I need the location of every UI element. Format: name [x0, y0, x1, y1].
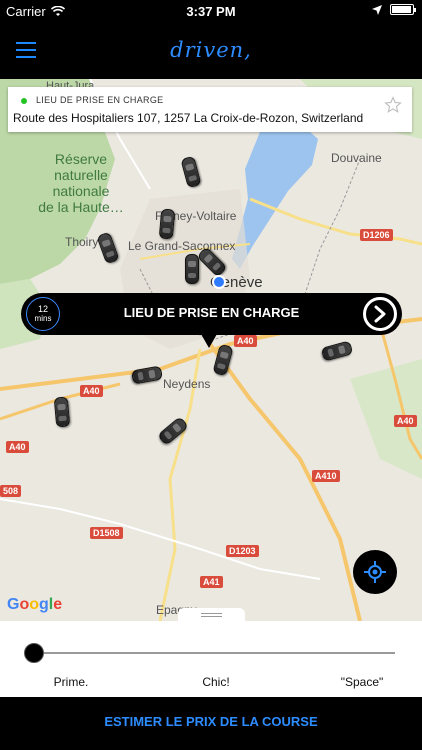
tier-label-chic[interactable]: Chic!	[191, 675, 241, 689]
tier-label-space[interactable]: "Space"	[332, 675, 392, 689]
gps-button[interactable]	[353, 550, 397, 594]
road-shield-a410: A410	[312, 470, 340, 482]
brand-logo: driven,	[170, 38, 252, 62]
pickup-status-dot	[21, 98, 27, 104]
estimate-price-button[interactable]: ESTIMER LE PRIX DE LA COURSE	[0, 714, 422, 729]
pickup-banner-title: LIEU DE PRISE EN CHARGE	[123, 305, 300, 320]
crosshair-icon	[364, 561, 386, 583]
map-label-neydens: Neydens	[163, 377, 211, 391]
pickup-label: LIEU DE PRISE EN CHARGE	[36, 95, 164, 105]
road-shield-a40: A40	[394, 415, 417, 427]
car-marker	[158, 208, 176, 240]
pickup-banner[interactable]: 12 mins LIEU DE PRISE EN CHARGE	[21, 293, 402, 335]
road-shield-508: 508	[0, 485, 22, 497]
road-shield-a40: A40	[80, 385, 103, 397]
status-bar: Carrier 3:37 PM	[0, 0, 422, 22]
star-outline-icon[interactable]	[384, 96, 402, 114]
road-shield-d1508: D1508	[90, 527, 123, 539]
map-label-reserve: Réserve naturelle nationale de la Haute…	[38, 151, 124, 215]
tier-slider-track[interactable]	[33, 652, 395, 654]
status-time: 3:37 PM	[186, 4, 236, 19]
google-logo: Google	[7, 596, 63, 613]
road-shield-d1206: D1206	[360, 229, 393, 241]
map-label-thoiry: Thoiry	[65, 235, 99, 249]
nav-bar: driven,	[0, 22, 422, 79]
drawer-handle[interactable]	[178, 608, 245, 621]
car-marker	[185, 254, 199, 284]
map-label-douvaine: Douvaine	[331, 151, 382, 165]
car-tier-slider-panel: Prime. Chic! "Space"	[0, 621, 422, 697]
road-shield-a40: A40	[6, 441, 29, 453]
battery-icon	[390, 4, 416, 15]
pickup-address-card[interactable]: LIEU DE PRISE EN CHARGE Route des Hospit…	[8, 87, 412, 132]
map-view[interactable]: Haut-Jura Réserve naturelle nationale de…	[0, 79, 422, 621]
chevron-right-circle-icon[interactable]	[363, 297, 397, 331]
location-arrow-icon	[372, 4, 382, 15]
road-shield-a40: A40	[234, 335, 257, 347]
tier-label-prime[interactable]: Prime.	[46, 675, 96, 689]
battery-fill	[392, 6, 411, 13]
bottom-bar: ESTIMER LE PRIX DE LA COURSE	[0, 697, 422, 750]
pickup-pin-tail	[201, 334, 217, 348]
pickup-address: Route des Hospitaliers 107, 1257 La Croi…	[13, 111, 364, 125]
car-marker	[53, 396, 71, 428]
current-location-dot	[212, 275, 226, 289]
map-label-grand-saconnex: Le Grand-Saconnex	[128, 239, 236, 253]
road-shield-a41: A41	[200, 576, 223, 588]
chevron-right-icon	[374, 305, 386, 323]
road-shield-d1203: D1203	[226, 545, 259, 557]
status-right	[372, 4, 416, 15]
tier-slider-thumb[interactable]	[24, 643, 44, 663]
